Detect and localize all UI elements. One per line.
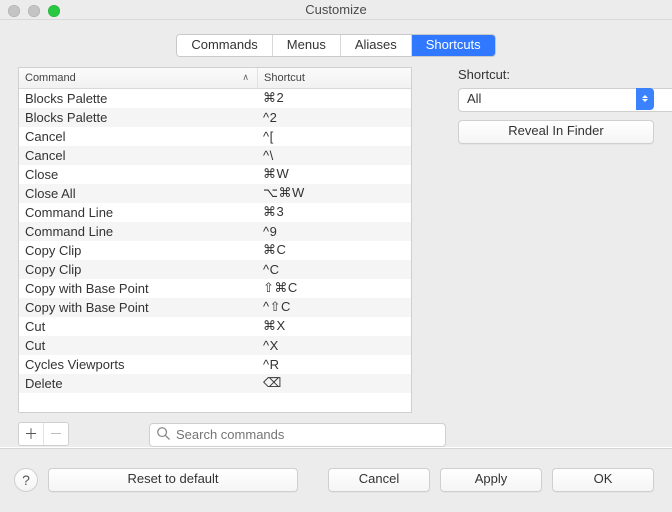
tab-aliases[interactable]: Aliases (341, 35, 412, 56)
apply-button[interactable]: Apply (440, 468, 542, 492)
footer: ? Reset to default Cancel Apply OK (0, 447, 672, 512)
table-row[interactable]: Command Line⌘3 (19, 203, 411, 222)
search-input[interactable] (149, 423, 446, 447)
search-icon (156, 426, 170, 443)
table-row[interactable]: Cancel^[ (19, 127, 411, 146)
zoom-window-icon[interactable] (48, 5, 60, 17)
minimize-window-icon[interactable] (28, 5, 40, 17)
remove-button[interactable]: － (43, 423, 68, 445)
column-header-command[interactable]: Command ∧ (19, 68, 258, 88)
search-field[interactable] (149, 423, 410, 445)
table-body: Blocks Palette⌘2 Blocks Palette^2 Cancel… (19, 89, 411, 412)
tabs-row: Commands Menus Aliases Shortcuts (0, 20, 672, 67)
table-toolbar: ＋ － (18, 421, 410, 447)
sort-ascending-icon: ∧ (242, 72, 249, 83)
table-row[interactable]: Copy with Base Point⇧⌘C (19, 279, 411, 298)
tab-menus[interactable]: Menus (273, 35, 341, 56)
table-row[interactable]: Cancel^\ (19, 146, 411, 165)
column-header-shortcut[interactable]: Shortcut (258, 68, 411, 88)
reveal-in-finder-button[interactable]: Reveal In Finder (458, 120, 654, 144)
table-row[interactable]: Copy Clip⌘C (19, 241, 411, 260)
ok-button[interactable]: OK (552, 468, 654, 492)
table-row[interactable]: Command Line^9 (19, 222, 411, 241)
segmented-tabs: Commands Menus Aliases Shortcuts (176, 34, 495, 57)
table-row[interactable]: Delete⌫ (19, 374, 411, 393)
content-area: Command ∧ Shortcut Blocks Palette⌘2 Bloc… (0, 67, 672, 447)
table-row[interactable] (19, 393, 411, 412)
titlebar: Customize (0, 0, 672, 20)
tab-commands[interactable]: Commands (177, 35, 272, 56)
table-row[interactable]: Cycles Viewports^R (19, 355, 411, 374)
shortcut-filter-label: Shortcut: (458, 67, 654, 82)
window-title: Customize (305, 2, 366, 17)
tab-shortcuts[interactable]: Shortcuts (412, 35, 495, 56)
minus-icon: － (49, 424, 63, 444)
reset-to-default-button[interactable]: Reset to default (48, 468, 298, 492)
close-window-icon[interactable] (8, 5, 20, 17)
shortcut-filter-select[interactable]: All (458, 88, 654, 110)
column-header-command-label: Command (25, 72, 76, 84)
help-button[interactable]: ? (14, 468, 38, 492)
shortcuts-table: Command ∧ Shortcut Blocks Palette⌘2 Bloc… (18, 67, 412, 413)
right-column: Shortcut: All Reveal In Finder (458, 67, 654, 447)
table-row[interactable]: Copy with Base Point^⇧C (19, 298, 411, 317)
customize-window: Customize Commands Menus Aliases Shortcu… (0, 0, 672, 512)
window-controls (8, 5, 60, 17)
table-row[interactable]: Blocks Palette^2 (19, 108, 411, 127)
cancel-button[interactable]: Cancel (328, 468, 430, 492)
table-row[interactable]: Close All⌥⌘W (19, 184, 411, 203)
table-header: Command ∧ Shortcut (19, 68, 411, 89)
add-remove-group: ＋ － (18, 422, 69, 446)
help-icon: ? (22, 472, 30, 488)
table-row[interactable]: Close⌘W (19, 165, 411, 184)
select-stepper-icon (636, 88, 654, 110)
add-button[interactable]: ＋ (19, 423, 43, 445)
table-row[interactable]: Blocks Palette⌘2 (19, 89, 411, 108)
table-row[interactable]: Cut⌘X (19, 317, 411, 336)
table-row[interactable]: Copy Clip^C (19, 260, 411, 279)
table-row[interactable]: Cut^X (19, 336, 411, 355)
plus-icon: ＋ (24, 424, 38, 444)
column-header-shortcut-label: Shortcut (264, 72, 305, 84)
left-column: Command ∧ Shortcut Blocks Palette⌘2 Bloc… (18, 67, 438, 447)
